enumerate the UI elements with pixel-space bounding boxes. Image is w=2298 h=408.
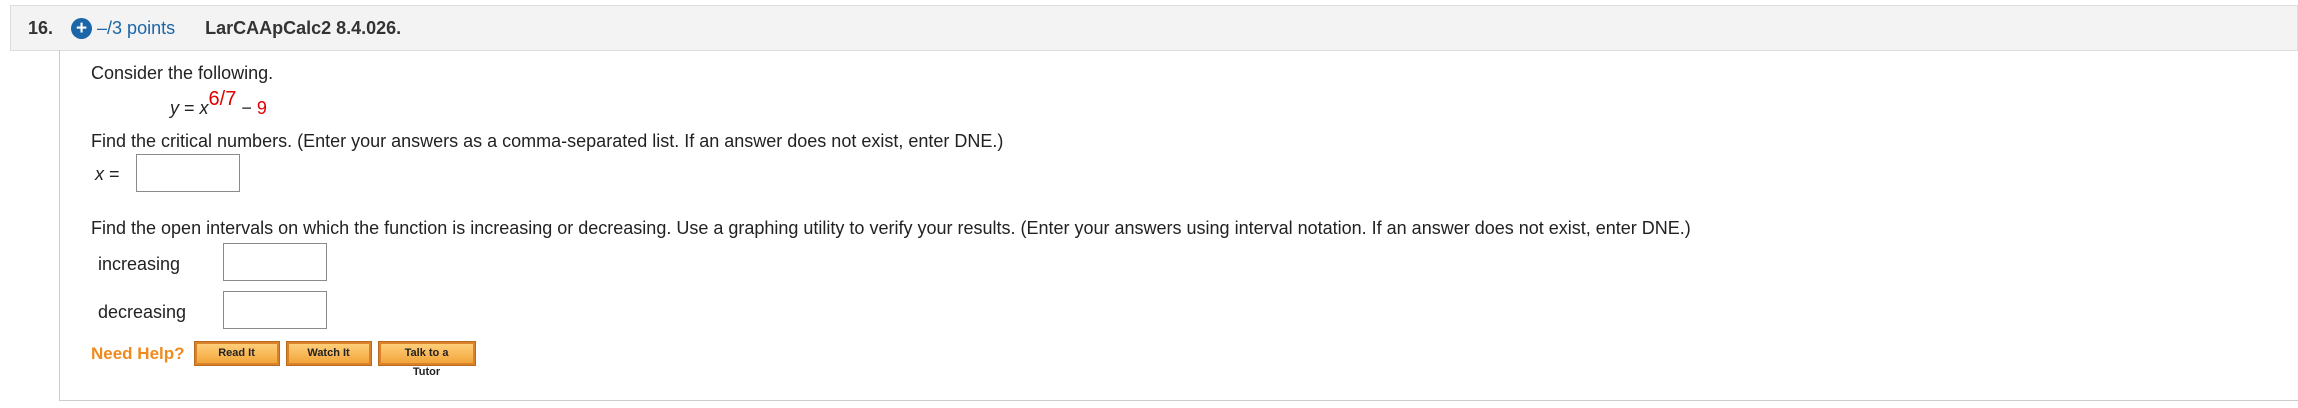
equation-exponent: 6/7 [208,88,237,110]
x-label: x = [95,164,120,185]
critical-numbers-prompt: Find the critical numbers. (Enter your a… [91,131,1004,151]
equation-equals: = [179,98,200,118]
x-equals: = [104,164,120,184]
equation: y = x6/7 − 9 [170,88,267,119]
equation-lhs: y [170,98,179,118]
points-link[interactable]: –/3 points [97,18,175,39]
equation-minus: − [236,98,257,118]
increasing-input[interactable] [223,243,327,281]
critical-numbers-input[interactable] [136,154,240,192]
question-container: 16. + –/3 points LarCAApCalc2 8.4.026. C… [10,5,2298,402]
question-body: Consider the following. y = x6/7 − 9 Fin… [59,50,2298,401]
x-variable: x [95,164,104,184]
help-row: Need Help? Read It Watch It Talk to a Tu… [91,341,483,378]
intervals-prompt: Find the open intervals on which the fun… [91,218,1691,238]
read-it-button[interactable]: Read It [193,341,280,366]
question-header: 16. + –/3 points LarCAApCalc2 8.4.026. [10,5,2298,51]
equation-base: x [199,98,209,118]
intro-text: Consider the following. [91,63,274,83]
talk-to-tutor-button[interactable]: Talk to a Tutor [377,341,476,378]
decreasing-input[interactable] [223,291,327,329]
question-number: 16. [28,17,54,38]
decreasing-label: decreasing [98,302,187,322]
need-help-label: Need Help? [91,343,185,363]
watch-it-button[interactable]: Watch It [285,341,372,366]
increasing-label: increasing [98,254,181,274]
plus-circle-icon[interactable]: + [71,17,93,39]
equation-constant: 9 [256,98,267,118]
question-source: LarCAApCalc2 8.4.026. [205,17,402,38]
